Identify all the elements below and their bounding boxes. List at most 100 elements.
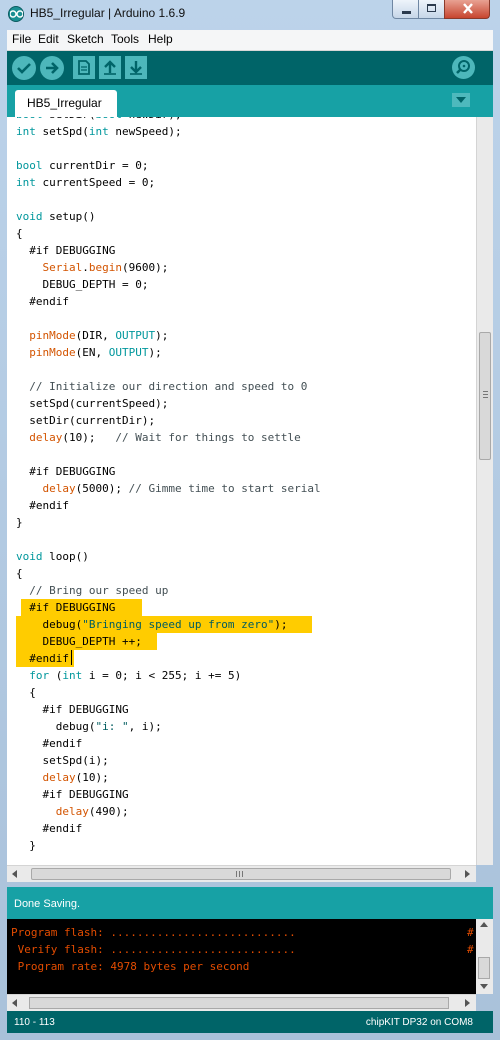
code-line[interactable]: #endif <box>7 650 476 667</box>
code-line[interactable]: pinMode(EN, OUTPUT); <box>7 344 476 361</box>
code-line[interactable]: #if DEBUGGING <box>7 463 476 480</box>
code-line[interactable]: delay(5000); // Gimme time to start seri… <box>7 480 476 497</box>
open-button[interactable] <box>99 56 121 79</box>
code-text: #if DEBUGGING <box>16 244 116 257</box>
editor-horizontal-scrollbar[interactable] <box>7 865 476 882</box>
code-text: void loop() <box>16 550 89 563</box>
menu-file[interactable]: File <box>12 32 31 46</box>
code-text: pinMode(DIR, OUTPUT); <box>29 329 169 342</box>
code-line[interactable]: #endif <box>7 820 476 837</box>
scroll-right-icon[interactable] <box>465 999 470 1007</box>
code-text: DEBUG_DEPTH = 0; <box>16 278 149 291</box>
code-line[interactable]: { <box>7 225 476 242</box>
new-sketch-button[interactable] <box>73 56 95 79</box>
code-line[interactable]: for (int i = 0; i < 255; i += 5) <box>7 667 476 684</box>
code-line[interactable]: } <box>7 837 476 854</box>
code-line[interactable]: // Bring our speed up <box>7 582 476 599</box>
console-horizontal-scrollbar[interactable] <box>7 994 476 1011</box>
tab-hb5-irregular[interactable]: HB5_Irregular <box>15 90 117 117</box>
menu-help[interactable]: Help <box>148 32 173 46</box>
menu-tools[interactable]: Tools <box>111 32 139 46</box>
code-text: #endif <box>16 822 83 835</box>
code-text: for (int i = 0; i < 255; i += 5) <box>29 669 242 682</box>
code-line[interactable]: debug("i: ", i); <box>7 718 476 735</box>
code-line[interactable] <box>7 191 476 208</box>
code-line[interactable]: delay(490); <box>7 803 476 820</box>
code-line[interactable]: #if DEBUGGING <box>7 786 476 803</box>
code-line[interactable]: #endif <box>7 497 476 514</box>
code-line[interactable]: DEBUG_DEPTH = 0; <box>7 276 476 293</box>
code-line[interactable] <box>7 531 476 548</box>
scroll-right-icon[interactable] <box>465 870 470 878</box>
code-line[interactable] <box>7 361 476 378</box>
code-line[interactable] <box>7 140 476 157</box>
upload-button[interactable] <box>40 56 64 80</box>
code-text: delay(5000); // Gimme time to start seri… <box>42 482 321 495</box>
close-button[interactable] <box>444 0 490 19</box>
scrollbar-thumb[interactable] <box>479 332 491 460</box>
code-text: delay(10); // Wait for things to settle <box>29 431 301 444</box>
console-vertical-scrollbar[interactable] <box>476 919 493 994</box>
tab-bar: HB5_Irregular <box>7 85 493 117</box>
console-overflow-marker: # <box>467 926 474 939</box>
code-line[interactable]: setSpd(currentSpeed); <box>7 395 476 412</box>
toolbar <box>7 51 493 85</box>
code-text: #endif <box>16 499 69 512</box>
save-button[interactable] <box>125 56 147 79</box>
code-line[interactable]: bool currentDir = 0; <box>7 157 476 174</box>
code-line[interactable]: #if DEBUGGING <box>7 242 476 259</box>
scrollbar-thumb[interactable] <box>31 868 451 880</box>
code-line[interactable]: int setSpd(int newSpeed); <box>7 123 476 140</box>
console-line: Program flash: .........................… <box>11 926 296 939</box>
code-line[interactable]: Serial.begin(9600); <box>7 259 476 276</box>
code-line[interactable]: { <box>7 684 476 701</box>
code-line[interactable]: debug("Bringing speed up from zero"); <box>7 616 476 633</box>
code-text: { <box>16 227 23 240</box>
code-line[interactable]: DEBUG_DEPTH ++; <box>7 633 476 650</box>
scroll-down-icon[interactable] <box>480 984 488 989</box>
menu-edit[interactable]: Edit <box>38 32 59 46</box>
code-line[interactable]: setDir(currentDir); <box>7 412 476 429</box>
code-line[interactable]: #if DEBUGGING <box>7 599 476 616</box>
code-line[interactable]: #endif <box>7 293 476 310</box>
scroll-left-icon[interactable] <box>12 870 17 878</box>
menu-sketch[interactable]: Sketch <box>67 32 104 46</box>
scroll-left-icon[interactable] <box>12 999 17 1007</box>
code-line[interactable]: #endif <box>7 735 476 752</box>
tab-menu-button[interactable] <box>452 93 470 107</box>
scroll-up-icon[interactable] <box>480 922 488 927</box>
code-line[interactable]: setSpd(i); <box>7 752 476 769</box>
code-line[interactable]: delay(10); <box>7 769 476 786</box>
code-line[interactable]: } <box>7 514 476 531</box>
title-bar[interactable]: HB5_Irregular | Arduino 1.6.9 <box>0 0 500 28</box>
scrollbar-thumb[interactable] <box>478 957 490 979</box>
code-text: #endif <box>16 652 69 665</box>
maximize-icon <box>427 4 436 12</box>
code-line[interactable] <box>7 310 476 327</box>
code-line[interactable]: int currentSpeed = 0; <box>7 174 476 191</box>
editor-vertical-scrollbar[interactable] <box>476 117 493 865</box>
code-editor[interactable]: bool setDir(bool newDir);int setSpd(int … <box>7 117 476 865</box>
code-line[interactable]: delay(10); // Wait for things to settle <box>7 429 476 446</box>
code-text: #if DEBUGGING <box>16 601 116 614</box>
verify-button[interactable] <box>12 56 36 80</box>
code-line[interactable]: pinMode(DIR, OUTPUT); <box>7 327 476 344</box>
console-output[interactable]: Program flash: .........................… <box>7 919 476 994</box>
code-line[interactable]: { <box>7 565 476 582</box>
code-line[interactable]: void setup() <box>7 208 476 225</box>
code-text: setSpd(i); <box>16 754 109 767</box>
code-text: delay(490); <box>55 805 129 818</box>
app-window: HB5_Irregular | Arduino 1.6.9 File Edit … <box>0 0 500 1040</box>
scrollbar-thumb[interactable] <box>29 997 449 1009</box>
magnifier-icon <box>456 60 470 74</box>
code-text: int currentSpeed = 0; <box>16 176 156 189</box>
maximize-button[interactable] <box>418 0 445 19</box>
code-line[interactable]: // Initialize our direction and speed to… <box>7 378 476 395</box>
serial-monitor-button[interactable] <box>452 56 475 79</box>
arrow-right-icon <box>46 62 59 74</box>
code-line[interactable]: #if DEBUGGING <box>7 701 476 718</box>
code-text: pinMode(EN, OUTPUT); <box>29 346 162 359</box>
code-line[interactable]: void loop() <box>7 548 476 565</box>
code-line[interactable] <box>7 446 476 463</box>
minimize-button[interactable] <box>392 0 419 19</box>
